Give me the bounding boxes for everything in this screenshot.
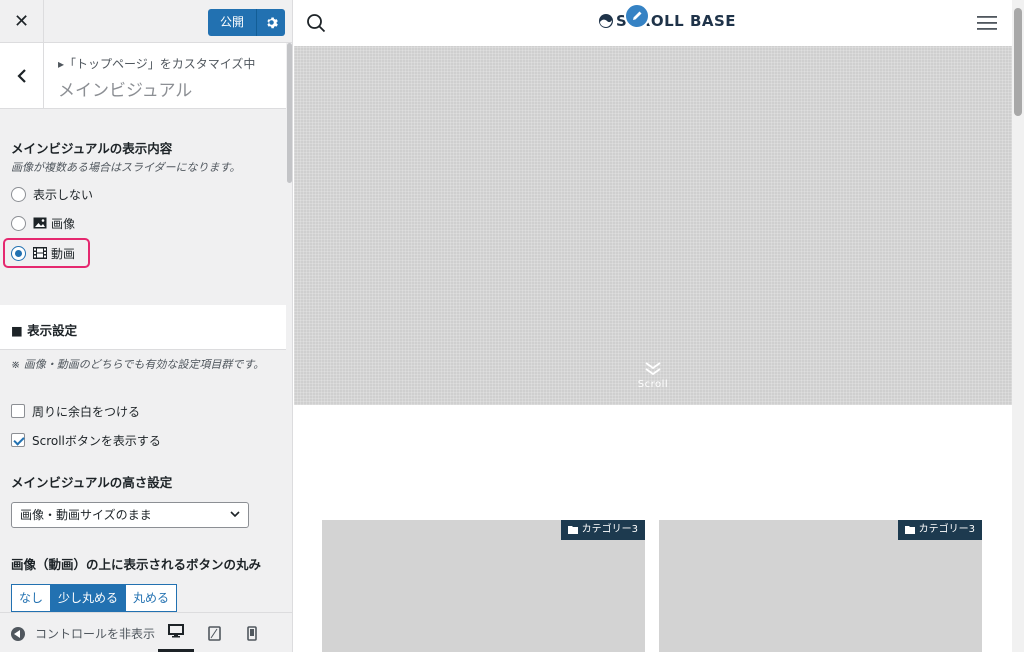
collapse-icon <box>11 626 25 641</box>
site-logo[interactable]: SCROLL BASE <box>598 12 736 30</box>
scroll-indicator[interactable]: Scroll <box>633 362 673 390</box>
sidebar-scrollbar-thumb[interactable] <box>287 43 292 183</box>
display-settings-heading: ■ 表示設定 <box>0 305 286 350</box>
customizer-topbar: ✕ 公開 <box>0 0 292 43</box>
category-tag[interactable]: カテゴリー3 <box>560 520 645 540</box>
height-setting-select[interactable]: 画像・動画サイズのまま <box>11 502 249 528</box>
device-tablet-button[interactable] <box>196 613 232 652</box>
category-label: カテゴリー3 <box>581 524 638 535</box>
chevron-left-icon <box>16 69 26 83</box>
hide-controls-button[interactable]: コントロールを非表示 <box>11 625 155 642</box>
scroll-label: Scroll <box>637 379 669 390</box>
preview-scrollbar[interactable] <box>1012 0 1024 652</box>
customizer-footer: コントロールを非表示 <box>0 612 292 652</box>
main-visual-video: Scroll <box>294 46 1012 405</box>
category-tag[interactable]: カテゴリー3 <box>897 520 982 540</box>
preview-scrollbar-thumb[interactable] <box>1014 8 1022 116</box>
back-button[interactable] <box>0 43 44 109</box>
display-settings-heading-text: ■ 表示設定 <box>11 323 78 338</box>
double-chevron-down-icon <box>645 362 661 376</box>
highlight-box <box>3 238 90 268</box>
publish-button[interactable]: 公開 <box>208 9 258 36</box>
checkbox-scroll-button[interactable]: Scrollボタンを表示する <box>11 431 161 449</box>
desktop-icon <box>168 624 184 638</box>
round-option-round[interactable]: 丸める <box>126 584 178 612</box>
section-header: ▸「トップページ」をカスタマイズ中 メインビジュアル <box>0 43 286 109</box>
post-card[interactable]: カテゴリー3 <box>322 520 645 652</box>
tablet-icon <box>207 625 221 641</box>
round-option-slight[interactable]: 少し丸める <box>51 584 127 612</box>
close-icon: ✕ <box>13 11 30 32</box>
radio-option-image[interactable]: 画像 <box>11 214 75 232</box>
checkbox[interactable] <box>11 404 25 418</box>
device-mobile-button[interactable] <box>234 613 270 652</box>
chevron-down-icon <box>230 511 240 518</box>
round-option-none[interactable]: なし <box>11 584 52 612</box>
checkbox[interactable] <box>11 433 25 447</box>
radio-label: 表示しない <box>33 187 94 202</box>
site-preview[interactable]: SCROLL BASE Scroll カテゴリー3 カテゴリー3 <box>294 0 1024 652</box>
radio-button[interactable] <box>11 215 26 231</box>
edit-shortcut-button[interactable] <box>624 3 650 29</box>
section-title: メインビジュアル <box>58 81 193 101</box>
publish-group: 公開 <box>208 9 286 36</box>
gear-icon <box>266 17 278 29</box>
post-card[interactable]: カテゴリー3 <box>659 520 982 652</box>
display-content-title: メインビジュアルの表示内容 <box>11 141 173 156</box>
display-settings-note: ※ 画像・動画のどちらでも有効な設定項目群です。 <box>11 358 265 371</box>
customizer-sidebar: ✕ 公開 ▸「トップページ」をカスタマイズ中 メインビジュアル メインビジュアル… <box>0 0 293 652</box>
device-desktop-button[interactable] <box>158 613 194 652</box>
checkbox-label: Scrollボタンを表示する <box>32 433 161 448</box>
radio-option-hide[interactable]: 表示しない <box>11 185 93 203</box>
folder-icon <box>904 526 915 534</box>
select-value: 画像・動画サイズのまま <box>20 508 152 522</box>
folder-icon <box>567 526 578 534</box>
breadcrumb: ▸「トップページ」をカスタマイズ中 <box>58 57 256 71</box>
display-content-description: 画像が複数ある場合はスライダーになります。 <box>11 161 241 174</box>
category-label: カテゴリー3 <box>918 524 975 535</box>
radio-label: 画像 <box>51 216 76 231</box>
radio-button[interactable] <box>11 186 26 202</box>
hamburger-menu-icon[interactable] <box>977 15 997 31</box>
logo-mark-icon <box>599 14 613 28</box>
pencil-icon <box>633 11 642 20</box>
checkbox-margin[interactable]: 周りに余白をつける <box>11 402 140 420</box>
button-round-options: なし 少し丸める 丸める <box>11 584 178 612</box>
close-customizer-button[interactable]: ✕ <box>0 0 44 43</box>
height-setting-title: メインビジュアルの高さ設定 <box>11 475 173 490</box>
image-icon <box>33 217 47 229</box>
search-icon[interactable] <box>306 13 326 33</box>
button-round-title: 画像（動画）の上に表示されるボタンの丸み <box>11 557 262 572</box>
hide-controls-label: コントロールを非表示 <box>35 627 156 641</box>
checkbox-label: 周りに余白をつける <box>32 404 141 419</box>
publish-settings-button[interactable] <box>257 9 286 36</box>
sidebar-scrollbar[interactable] <box>286 43 292 611</box>
site-header: SCROLL BASE <box>294 0 1012 46</box>
mobile-icon <box>247 625 257 641</box>
